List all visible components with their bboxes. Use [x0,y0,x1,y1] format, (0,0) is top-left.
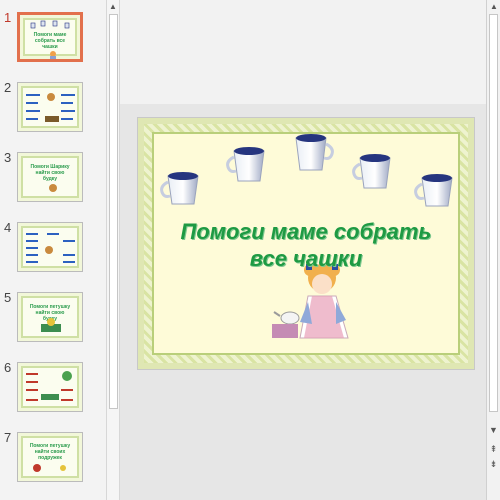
thumbnail-frame: Помоги петушку найти свою будку [21,296,79,338]
cup-icon [160,172,199,205]
thumbnail-frame: Помоги Шарику найти свою будку [21,156,79,198]
scroll-up-icon[interactable]: ▲ [490,2,498,11]
slide-thumbnails-pane[interactable]: 1 Помоги маме собрать все чашки 2 3 Помо… [0,0,106,500]
canvas-scrollbar[interactable]: ▲ ▼ ⇞ ⇟ [486,0,500,500]
slide-title-line-1: Помоги маме собрать [180,219,432,244]
rooster-icon [41,318,61,332]
scroll-down-icon[interactable]: ▼ [488,424,499,436]
slide-thumbnail-5[interactable]: Помоги петушку найти свою будку [17,292,83,342]
thumbnail-row-2[interactable]: 2 [0,80,106,142]
cup-icon [295,134,334,171]
floral-border: Помоги маме собрать все чашки [144,124,468,363]
thumbnail-title: Помоги маме собрать все чашки [33,32,67,50]
thumbnail-frame [21,86,79,128]
dog-icon [45,246,53,254]
slide-title-line-2: все чашки [249,246,363,271]
dog-icon [45,93,59,122]
thumbnail-number: 6 [4,360,12,375]
slide-thumbnail-6[interactable] [17,362,83,412]
thumbnails-scrollbar[interactable]: ▲ [106,0,120,500]
thumbnail-row-4[interactable]: 4 [0,220,106,282]
girl-with-teapot-illustration [272,264,349,339]
thumbnail-frame: Помоги маме собрать все чашки [23,18,77,59]
slide-thumbnail-2[interactable] [17,82,83,132]
canvas-background [120,0,486,104]
scrollbar-thumb[interactable] [109,14,118,409]
thumbnail-row-7[interactable]: 7 Помоги петушку найти своих подружек [0,430,106,492]
cup-icon [226,147,265,182]
previous-slide-icon[interactable]: ⇞ [488,443,499,455]
thumbnail-number: 7 [4,430,12,445]
thumbnail-frame: Помоги петушку найти своих подружек [21,436,79,478]
cup-icon [414,174,453,207]
thumbnail-row-3[interactable]: 3 Помоги Шарику найти свою будку [0,150,106,212]
thumbnail-number: 1 [4,10,12,25]
current-slide[interactable]: Помоги маме собрать все чашки [137,117,475,370]
slide-thumbnail-3[interactable]: Помоги Шарику найти свою будку [17,152,83,202]
rooster-icon [33,464,66,472]
slide-thumbnail-7[interactable]: Помоги петушку найти своих подружек [17,432,83,482]
slide-content-area: Помоги маме собрать все чашки [152,132,460,355]
dog-icon [49,184,57,192]
thumbnail-row-1[interactable]: 1 Помоги маме собрать все чашки [0,10,106,72]
slide-title[interactable]: Помоги маме собрать все чашки [154,218,458,272]
thumbnail-number: 4 [4,220,12,235]
cup-icon [352,154,391,189]
thumbnail-row-5[interactable]: 5 Помоги петушку найти свою будку [0,290,106,352]
thumbnail-number: 3 [4,150,12,165]
thumbnail-frame [21,226,79,268]
next-slide-icon[interactable]: ⇟ [488,458,499,470]
thumbnail-number: 5 [4,290,12,305]
thumbnail-frame [21,366,79,408]
slide-thumbnail-4[interactable] [17,222,83,272]
thumbnail-row-6[interactable]: 6 [0,360,106,422]
scroll-up-icon[interactable]: ▲ [109,2,117,11]
frog-icon [41,371,72,400]
slide-thumbnail-1[interactable]: Помоги маме собрать все чашки [17,12,83,62]
scrollbar-thumb[interactable] [489,14,498,412]
thumbnail-number: 2 [4,80,12,95]
